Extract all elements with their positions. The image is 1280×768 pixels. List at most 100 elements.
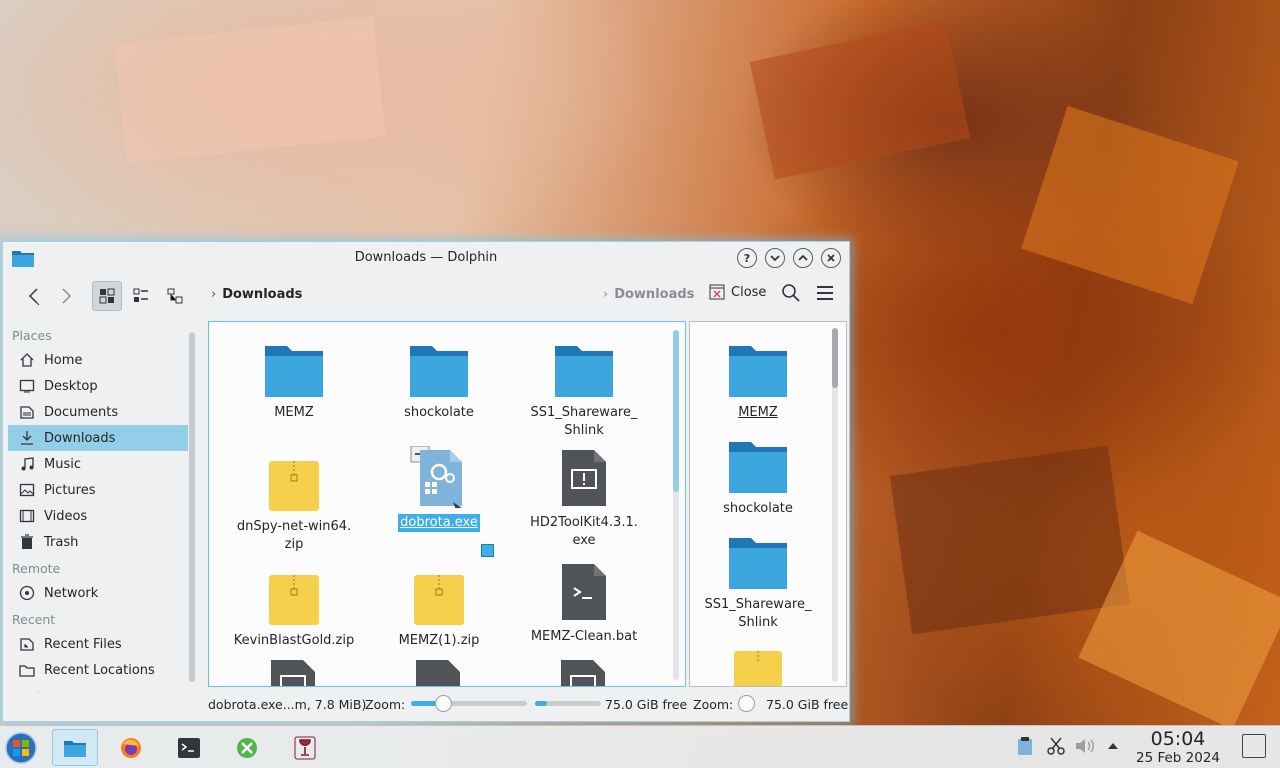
executable-icon [562, 450, 606, 506]
file-item[interactable]: HD2ToolKit4.3.1. exe [519, 446, 649, 550]
file-item-partial[interactable] [733, 650, 783, 686]
sidebar-item-home[interactable]: Home [8, 347, 188, 373]
executable-icon [561, 660, 605, 686]
sidebar-item-label: Pictures [44, 482, 96, 498]
compact-view-icon [133, 288, 148, 302]
taskbar: 05:04 25 Feb 2024 [0, 725, 1280, 768]
sidebar-item-pictures[interactable]: Pictures [8, 477, 188, 503]
file-view-right[interactable]: MEMZ shockolate SS1_Shareware_ Shlink [689, 321, 847, 687]
file-item[interactable]: SS1_Shareware_ Shlink [693, 528, 823, 632]
clipboard-icon [1018, 737, 1032, 755]
file-item[interactable]: MEMZ(1).zip [374, 564, 504, 650]
file-name: MEMZ(1).zip [398, 633, 480, 648]
file-item-selected[interactable]: dobrota.exe [374, 446, 504, 532]
sidebar-scrollbar[interactable] [189, 332, 195, 682]
file-item[interactable]: shockolate [374, 336, 504, 422]
chevron-up-icon [798, 254, 808, 261]
volume-tray-icon[interactable] [1074, 736, 1096, 760]
file-view-left[interactable]: MEMZ shockolate SS1_Shareware_ Shlink dn… [208, 321, 686, 687]
dolphin-window: Downloads — Dolphin ? › Downloads › Down… [2, 241, 850, 722]
sidebar-item-label: Music [44, 456, 81, 472]
executable-gear-icon [410, 446, 462, 508]
file-item[interactable]: MEMZ [229, 336, 359, 422]
green-x-icon [237, 737, 257, 758]
maximize-button[interactable] [793, 248, 813, 268]
sidebar-item-recent-files[interactable]: Recent Files [8, 631, 188, 657]
minimize-button[interactable] [765, 248, 785, 268]
executable-icon [271, 660, 315, 686]
sidebar-item-network[interactable]: Network [8, 580, 188, 606]
breadcrumb[interactable]: › Downloads [211, 287, 302, 302]
wallpaper-shape [749, 20, 971, 180]
folder-icon [729, 442, 787, 493]
recent-files-icon [20, 638, 34, 651]
taskbar-terminal[interactable] [170, 729, 208, 766]
sidebar-item-music[interactable]: Music [8, 451, 188, 477]
zip-archive-icon [734, 651, 782, 686]
file-item[interactable]: shockolate [693, 432, 823, 518]
taskbar-wine[interactable] [286, 729, 324, 766]
cut-tray-icon[interactable] [1046, 736, 1066, 760]
file-item[interactable]: MEMZ-Clean.bat [519, 560, 649, 646]
sidebar-item-downloads[interactable]: Downloads [8, 425, 188, 451]
tooltip-info-icon[interactable] [481, 544, 494, 557]
start-menu-button[interactable] [2, 729, 40, 766]
search-button[interactable] [781, 283, 801, 307]
forward-button[interactable] [51, 281, 81, 311]
file-item[interactable]: KevinBlastGold.zip [229, 564, 359, 650]
tray-expand-button[interactable] [1106, 736, 1120, 760]
file-item-partial[interactable] [559, 658, 607, 686]
music-icon [21, 457, 34, 471]
left-pane-scroll-thumb[interactable] [673, 330, 679, 492]
main-toolbar: › Downloads › Downloads Close [3, 273, 849, 317]
start-orb-icon [5, 731, 37, 764]
downloads-icon [21, 431, 33, 445]
clipboard-tray-icon[interactable] [1016, 736, 1034, 760]
compact-view-button[interactable] [126, 281, 156, 311]
chevron-up-icon [1108, 743, 1118, 749]
show-desktop-button[interactable] [1242, 734, 1266, 758]
zoom-slider-right-handle[interactable] [738, 695, 755, 712]
file-item[interactable]: SS1_Shareware_ Shlink [519, 336, 649, 440]
volume-icon [1076, 739, 1094, 753]
documents-icon [20, 406, 34, 419]
close-split-button[interactable]: Close [709, 284, 766, 300]
clock[interactable]: 05:04 25 Feb 2024 [1132, 728, 1224, 766]
zoom-slider[interactable] [411, 695, 527, 712]
breadcrumb-right-pane[interactable]: › Downloads [603, 287, 694, 302]
folder-app-icon [64, 740, 86, 757]
free-space-right: 75.0 GiB free [766, 696, 849, 712]
file-item-partial[interactable] [414, 658, 462, 686]
clock-date: 25 Feb 2024 [1135, 750, 1221, 766]
taskbar-firefox[interactable] [112, 729, 150, 766]
sidebar-item-desktop[interactable]: Desktop [8, 373, 188, 399]
breadcrumb-downloads[interactable]: Downloads [222, 287, 302, 302]
recent-locations-icon [19, 665, 35, 677]
taskbar-app-green[interactable] [228, 729, 266, 766]
breadcrumb-right-downloads[interactable]: Downloads [614, 287, 694, 302]
back-button[interactable] [19, 281, 49, 311]
right-pane-scroll-thumb[interactable] [832, 328, 838, 388]
details-view-button[interactable] [160, 281, 190, 311]
clock-time: 05:04 [1150, 728, 1206, 750]
sidebar-item-trash[interactable]: Trash [8, 529, 188, 555]
taskbar-dolphin[interactable] [52, 729, 98, 766]
sidebar-item-documents[interactable]: Documents [8, 399, 188, 425]
icons-view-button[interactable] [92, 281, 122, 311]
close-window-button[interactable] [821, 248, 841, 268]
sidebar-item-videos[interactable]: Videos [8, 503, 188, 529]
file-item-partial[interactable] [269, 658, 317, 686]
folder-icon [729, 538, 787, 589]
close-icon [827, 254, 835, 262]
file-item[interactable]: dnSpy-net-win64. zip [229, 450, 359, 554]
file-item[interactable]: MEMZ [693, 336, 823, 422]
zip-archive-icon [269, 575, 319, 625]
sidebar-item-recent-locations[interactable]: Recent Locations [8, 657, 188, 683]
firefox-icon [121, 737, 141, 758]
help-button[interactable]: ? [737, 248, 757, 268]
titlebar[interactable]: Downloads — Dolphin ? [3, 242, 849, 273]
zoom-slider-handle[interactable] [435, 695, 452, 712]
sidebar-item-label: Videos [44, 508, 88, 524]
sidebar-item-label: Downloads [44, 430, 116, 446]
hamburger-menu-button[interactable] [815, 283, 835, 307]
